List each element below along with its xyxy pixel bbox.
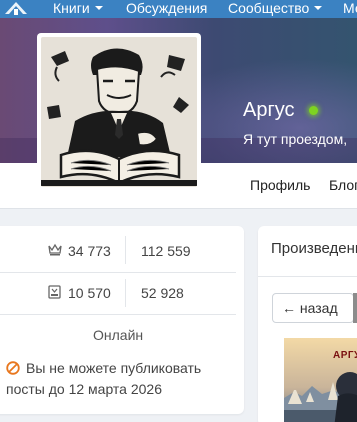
writer-at-desk-illustration bbox=[41, 37, 197, 187]
book-icon bbox=[48, 285, 61, 299]
avatar[interactable] bbox=[37, 33, 201, 191]
stat-books-count: 10 570 bbox=[68, 285, 111, 301]
publish-ban-notice: Вы не можете публиковать посты до 12 мар… bbox=[6, 360, 202, 397]
chevron-down-icon bbox=[94, 6, 103, 10]
back-button[interactable]: ← назад bbox=[272, 293, 354, 323]
online-status: Онлайн bbox=[93, 327, 144, 343]
next-button[interactable] bbox=[353, 293, 357, 323]
book-title: АРГУС bbox=[333, 350, 357, 361]
top-nav: Книги Обсуждения Сообщество Ме bbox=[0, 0, 357, 18]
crown-icon bbox=[48, 243, 62, 256]
stats-divider bbox=[125, 236, 126, 264]
stats-divider bbox=[125, 279, 126, 307]
stats-row-divider bbox=[0, 272, 236, 273]
tab-blog[interactable]: Блог bbox=[329, 177, 357, 193]
nav-discussions[interactable]: Обсуждения bbox=[126, 0, 207, 18]
nav-more[interactable]: Ме bbox=[343, 0, 357, 18]
nav-community[interactable]: Сообщество bbox=[228, 0, 323, 18]
online-indicator bbox=[309, 106, 318, 115]
nav-books[interactable]: Книги bbox=[53, 0, 103, 18]
stat-views: 112 559 bbox=[141, 243, 191, 259]
chevron-down-icon bbox=[314, 6, 323, 10]
no-entry-icon bbox=[6, 361, 20, 375]
site-logo-icon[interactable] bbox=[2, 0, 30, 18]
stat-readers: 52 928 bbox=[141, 285, 184, 301]
profile-name: Аргус bbox=[243, 99, 295, 121]
stat-followers: 34 773 bbox=[68, 243, 111, 259]
tab-profile[interactable]: Профиль bbox=[250, 177, 310, 193]
profile-status: Я тут проездом, bbox=[243, 131, 348, 147]
works-divider bbox=[258, 276, 357, 277]
works-title: Произведения bbox=[271, 240, 357, 257]
stats-row-divider bbox=[0, 314, 236, 315]
